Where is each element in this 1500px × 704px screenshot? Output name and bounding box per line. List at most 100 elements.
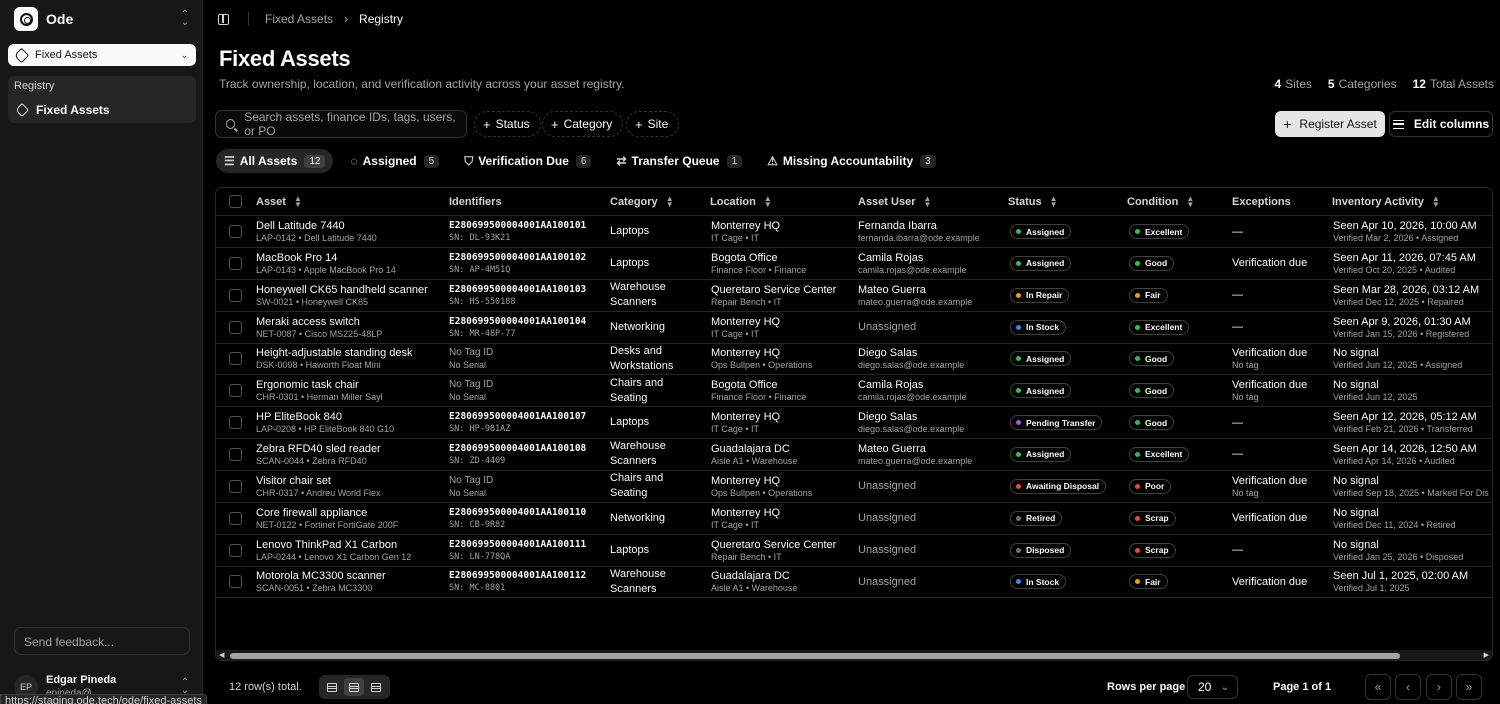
table-row[interactable]: Zebra RFD40 sled reader SCAN-0044 • Zebra… bbox=[216, 439, 1492, 471]
asset-name[interactable]: Visitor chair set bbox=[256, 474, 381, 488]
sidebar-item-fixed-assets[interactable]: Fixed Assets bbox=[12, 100, 192, 120]
column-header-inventory-activity[interactable]: Inventory Activity ▲ ▼ bbox=[1332, 188, 1440, 216]
cell-category: Warehouse Scanners bbox=[610, 439, 700, 470]
filter-site-button[interactable]: + Site bbox=[626, 111, 680, 137]
horizontal-scrollbar[interactable]: ◀ ▶ bbox=[216, 650, 1492, 660]
status-dot-icon bbox=[1016, 483, 1021, 489]
table-row[interactable]: Dell Latitude 7440 LAP-0142 • Dell Latitu… bbox=[216, 216, 1492, 248]
column-header-category[interactable]: Category ▲ ▼ bbox=[610, 188, 674, 216]
page-indicator: Page 1 of 1 bbox=[1273, 681, 1332, 693]
density-default-button[interactable] bbox=[344, 678, 364, 696]
tab-all-assets[interactable]: ☰ All Assets 12 bbox=[216, 149, 334, 173]
condition-badge: Poor bbox=[1129, 478, 1172, 494]
tab-assigned[interactable]: ◌ Assigned 5 bbox=[342, 149, 447, 173]
asset-name[interactable]: HP EliteBook 840 bbox=[256, 410, 394, 424]
row-checkbox[interactable] bbox=[229, 575, 242, 589]
asset-name[interactable]: Zebra RFD40 sled reader bbox=[256, 442, 381, 456]
table-row[interactable]: Height-adjustable standing desk DSK-0098 … bbox=[216, 343, 1492, 376]
cell-inventory-activity: No signal Verified Dec 11, 2024 • Retired bbox=[1333, 503, 1492, 534]
row-checkbox[interactable] bbox=[229, 352, 242, 366]
cell-exceptions: — bbox=[1232, 407, 1243, 438]
next-page-button[interactable]: › bbox=[1426, 674, 1452, 700]
module-select[interactable]: Fixed Assets ⌄ bbox=[8, 44, 196, 66]
list-icon: ☰ bbox=[224, 154, 235, 168]
register-asset-button[interactable]: + Register Asset bbox=[1275, 111, 1385, 137]
search-input[interactable]: Search assets, finance IDs, tags, users,… bbox=[215, 110, 467, 138]
scroll-left-icon[interactable]: ◀ bbox=[219, 651, 224, 659]
row-checkbox[interactable] bbox=[229, 447, 242, 461]
table-row[interactable]: Lenovo ThinkPad X1 Carbon LAP-0244 • Leno… bbox=[216, 535, 1492, 567]
rows-per-page-select[interactable]: 20 ⌄ bbox=[1187, 675, 1238, 699]
location: Monterrey HQ bbox=[711, 220, 781, 232]
scroll-right-icon[interactable]: ▶ bbox=[1484, 651, 1489, 659]
row-checkbox[interactable] bbox=[229, 511, 242, 525]
asset-name[interactable]: Ergonomic task chair bbox=[256, 378, 383, 392]
status-badge: Pending Transfer bbox=[1010, 415, 1103, 431]
table-row[interactable]: Core firewall appliance NET-0122 • Fortin… bbox=[216, 503, 1492, 535]
row-checkbox[interactable] bbox=[229, 225, 242, 238]
select-all-checkbox[interactable] bbox=[229, 195, 242, 208]
cell-status: Assigned bbox=[1010, 375, 1072, 406]
breadcrumb-parent[interactable]: Fixed Assets bbox=[265, 12, 333, 26]
cell-asset-user: Unassigned bbox=[858, 503, 916, 534]
workspace-switcher[interactable]: Ode ⌃ ⌄ bbox=[8, 4, 196, 34]
table-row[interactable]: Honeywell CK65 handheld scanner SW-0021 •… bbox=[216, 280, 1492, 312]
condition-dot-icon bbox=[1135, 483, 1140, 489]
tab-verification-due[interactable]: ⛉ Verification Due 6 bbox=[456, 149, 599, 173]
table-row[interactable]: HP EliteBook 840 LAP-0208 • HP EliteBook … bbox=[216, 407, 1492, 440]
asset-name[interactable]: Honeywell CK65 handheld scanner bbox=[256, 283, 428, 297]
row-checkbox[interactable] bbox=[229, 288, 242, 302]
cell-inventory-activity: No signal Verified Jun 12, 2025 bbox=[1333, 375, 1492, 406]
edit-columns-button[interactable]: Edit columns bbox=[1389, 111, 1493, 137]
scrollbar-thumb[interactable] bbox=[230, 653, 1400, 659]
last-page-button[interactable]: » bbox=[1456, 674, 1482, 700]
previous-page-button[interactable]: ‹ bbox=[1395, 674, 1421, 700]
asset-name[interactable]: Dell Latitude 7440 bbox=[256, 219, 377, 233]
filter-category-button[interactable]: + Category bbox=[542, 111, 624, 137]
location-detail: Repair Bench • IT bbox=[711, 551, 782, 562]
row-checkbox[interactable] bbox=[229, 479, 242, 493]
column-header-condition[interactable]: Condition ▲ ▼ bbox=[1127, 188, 1194, 216]
filter-status-button[interactable]: + Status bbox=[474, 111, 541, 137]
asset-name[interactable]: MacBook Pro 14 bbox=[256, 251, 396, 265]
table-row[interactable]: Visitor chair set CHR-0317 • Andreu World… bbox=[216, 471, 1492, 503]
sidebar-toggle-icon[interactable] bbox=[218, 13, 229, 25]
location-detail: Aisle A1 • Warehouse bbox=[711, 583, 798, 594]
tab-missing-accountability[interactable]: ⚠ Missing Accountability 3 bbox=[759, 149, 944, 173]
tag-id: E280699500004001AA100112 bbox=[449, 570, 587, 582]
exception: — bbox=[1232, 321, 1243, 334]
asset-name[interactable]: Lenovo ThinkPad X1 Carbon bbox=[256, 538, 411, 552]
verification-detail: Verified Jul 1, 2025 bbox=[1333, 583, 1410, 594]
column-header-status[interactable]: Status ▲ ▼ bbox=[1008, 188, 1058, 216]
column-header-location[interactable]: Location ▲ ▼ bbox=[710, 188, 772, 216]
table-row[interactable]: Ergonomic task chair CHR-0301 • Herman Mi… bbox=[216, 375, 1492, 408]
table-row[interactable]: MacBook Pro 14 LAP-0143 • Apple MacBook P… bbox=[216, 248, 1492, 280]
column-header-asset-user[interactable]: Asset User ▲ ▼ bbox=[858, 188, 931, 216]
cell-condition: Excellent bbox=[1129, 439, 1190, 470]
density-comfortable-button[interactable] bbox=[366, 678, 386, 696]
row-checkbox[interactable] bbox=[229, 384, 242, 398]
column-header-asset[interactable]: Asset ▲ ▼ bbox=[256, 188, 302, 216]
cell-asset: Height-adjustable standing desk DSK-0098 … bbox=[256, 343, 413, 374]
row-checkbox[interactable] bbox=[229, 256, 242, 270]
row-checkbox[interactable] bbox=[229, 543, 242, 557]
feedback-input[interactable]: Send feedback... bbox=[14, 627, 190, 655]
density-compact-button[interactable] bbox=[322, 678, 342, 696]
first-page-button[interactable]: « bbox=[1365, 674, 1391, 700]
row-checkbox[interactable] bbox=[229, 320, 242, 334]
exception: — bbox=[1232, 225, 1243, 238]
cell-inventory-activity: Seen Apr 10, 2026, 10:00 AM Verified Mar … bbox=[1333, 216, 1492, 247]
asset-name[interactable]: Motorola MC3300 scanner bbox=[256, 569, 386, 583]
table-row[interactable]: Motorola MC3300 scanner SCAN-0051 • Zebra… bbox=[216, 566, 1492, 599]
row-checkbox[interactable] bbox=[229, 416, 242, 430]
asset-name[interactable]: Height-adjustable standing desk bbox=[256, 346, 413, 360]
chevrons-up-down-icon: ⌃ ⌄ bbox=[180, 677, 190, 696]
table-row[interactable]: Meraki access switch NET-0087 • Cisco MS2… bbox=[216, 312, 1492, 344]
cell-condition: Excellent bbox=[1129, 312, 1190, 343]
cell-inventory-activity: Seen Jul 1, 2025, 02:00 AM Verified Jul 1… bbox=[1333, 566, 1492, 597]
serial-number: SN: ZD-4409 bbox=[449, 455, 506, 466]
tab-transfer-queue[interactable]: ⇄ Transfer Queue 1 bbox=[608, 149, 750, 173]
asset-name[interactable]: Core firewall appliance bbox=[256, 506, 398, 520]
cell-asset-user: Fernanda Ibarra fernanda.ibarra@ode.examp… bbox=[858, 216, 980, 247]
asset-name[interactable]: Meraki access switch bbox=[256, 315, 382, 329]
